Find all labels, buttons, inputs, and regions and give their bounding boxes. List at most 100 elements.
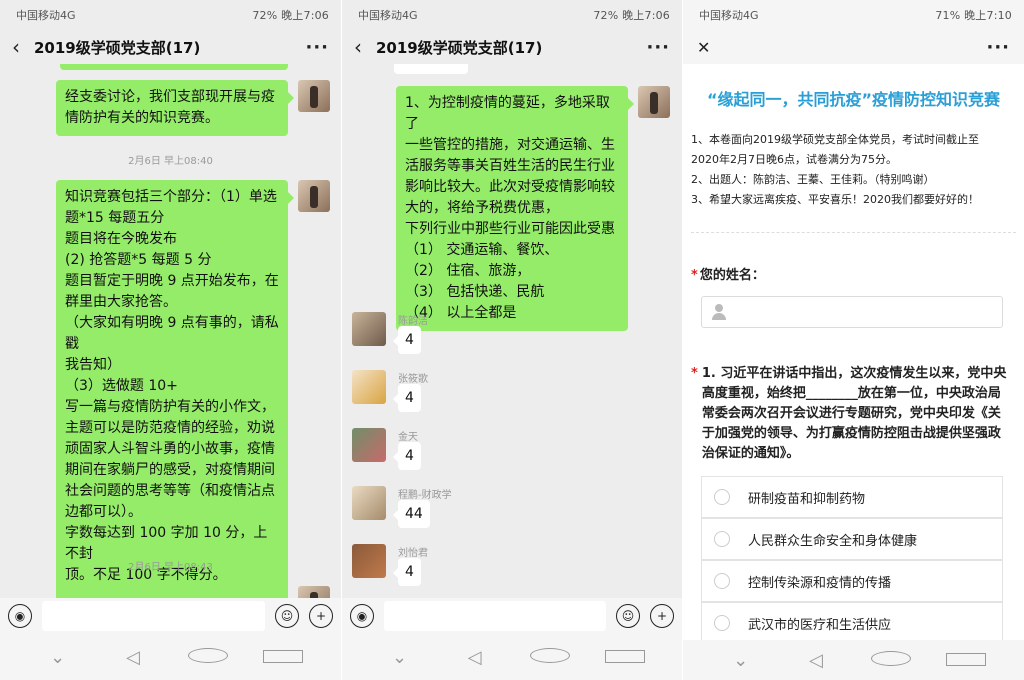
- name-question-label: * 您的姓名：: [691, 266, 1016, 286]
- message-bubble-other[interactable]: 4: [393, 326, 421, 354]
- more-menu-button[interactable]: ···: [646, 37, 670, 58]
- instruction-line: 3、希望大家远离疾疫、平安喜乐！2020我们都要好好的！: [691, 193, 979, 206]
- message-line: (2) 抢答题*5 每题 5 分: [65, 252, 212, 268]
- nav-down-icon[interactable]: ⌄: [721, 650, 761, 671]
- message-input[interactable]: [384, 601, 606, 631]
- avatar[interactable]: [298, 80, 330, 112]
- message-line: （1） 交通运输、餐饮、: [405, 242, 559, 258]
- radio-button[interactable]: [714, 489, 730, 505]
- nav-recents-icon[interactable]: [604, 647, 645, 668]
- previous-message-bubble: [60, 64, 288, 70]
- avatar[interactable]: [298, 180, 330, 212]
- sender-name: 金天: [398, 432, 418, 443]
- nav-down-icon[interactable]: ⌄: [38, 647, 78, 668]
- battery-time-text: 72% 晚上7:06: [252, 9, 329, 22]
- sender-name: 张筱歌: [398, 374, 428, 385]
- message-line: 知识竞赛包括三个部分：（1）单选: [65, 189, 277, 205]
- avatar[interactable]: [352, 486, 386, 520]
- timestamp: 2月6日 早上08:43: [128, 562, 213, 573]
- message-row-other: 张筱歌 4: [352, 370, 552, 422]
- nav-home-icon[interactable]: [529, 647, 570, 668]
- emoji-icon[interactable]: ☺: [616, 604, 640, 628]
- message-line: 写一篇与疫情防护有关的小作文，: [65, 399, 275, 415]
- back-arrow-icon[interactable]: ‹: [354, 37, 376, 57]
- previous-message-bubble: [394, 64, 468, 74]
- close-icon[interactable]: ✕: [697, 38, 986, 57]
- more-menu-button[interactable]: ···: [986, 37, 1010, 58]
- name-input[interactable]: [701, 296, 1003, 328]
- divider: [691, 232, 1016, 233]
- message-bubble-other[interactable]: 4: [393, 384, 421, 412]
- radio-button[interactable]: [714, 573, 730, 589]
- form-title: “缘起同一，共同抗疫”疫情防控知识竞赛: [706, 90, 1001, 109]
- message-bubble-self[interactable]: 知识竞赛包括三个部分：（1）单选 题*15 每题五分 题目将在今晚发布 (2) 抢答题…: [56, 180, 294, 593]
- battery-time-text: 71% 晚上7:10: [935, 9, 1012, 22]
- answer-option[interactable]: 人民群众生命安全和身体健康: [701, 518, 1003, 560]
- input-bar: ◉ ☺ +: [342, 598, 682, 634]
- nav-back-icon[interactable]: ◁: [796, 650, 836, 671]
- question-1-label: * 1. 习近平在讲话中指出，这次疫情发生以来，党中央高度重视，始终把_____…: [691, 364, 1008, 464]
- input-bar: ◉ ☺ +: [0, 598, 341, 634]
- message-bubble-other[interactable]: 44: [393, 500, 430, 528]
- avatar[interactable]: [638, 86, 670, 118]
- avatar[interactable]: [352, 428, 386, 462]
- nav-recents-icon[interactable]: [263, 647, 304, 668]
- sender-name: 程鹏-财政学: [398, 490, 452, 501]
- nav-back-icon[interactable]: ◁: [113, 647, 153, 668]
- option-label: 研制疫苗和抑制药物: [748, 491, 866, 507]
- form-instructions: 1、本卷面向2019级学硕党支部全体党员，考试时间截止至 2020年2月7日晚6点…: [691, 130, 1016, 210]
- chat-header: ‹ 2019级学硕党支部(17) ···: [0, 30, 341, 64]
- message-line: 边都可以）。: [65, 504, 142, 520]
- message-line: （大家如有明晚 9 点有事的，请私戳: [65, 315, 279, 352]
- message-line: 大的，将给予税费优惠，: [405, 200, 559, 216]
- message-bubble-self[interactable]: 经支委讨论，我们支部现开展与疫情防护有关的知识竞赛。: [56, 80, 294, 136]
- avatar[interactable]: [352, 544, 386, 578]
- plus-icon[interactable]: +: [650, 604, 674, 628]
- nav-down-icon[interactable]: ⌄: [380, 647, 420, 668]
- message-line: 我告知）: [65, 357, 121, 373]
- message-bubble-self[interactable]: 1、为控制疫情的蔓延，多地采取了 一些管控的措施，对交通运输、生 活服务等事关百姓生…: [396, 86, 634, 331]
- message-line: 影响比较大。此次对受疫情影响较: [405, 179, 615, 195]
- plus-icon[interactable]: +: [309, 604, 333, 628]
- message-line: 一些管控的措施，对交通运输、生: [405, 137, 615, 153]
- status-bar: 中国移动4G 71% 晚上7:10: [683, 0, 1024, 30]
- chat-message-list[interactable]: 经支委讨论，我们支部现开展与疫情防护有关的知识竞赛。 2月6日 早上08:40 …: [0, 64, 341, 626]
- answer-option[interactable]: 研制疫苗和抑制药物: [701, 476, 1003, 518]
- message-bubble-other[interactable]: 4: [393, 442, 421, 470]
- chat-message-list[interactable]: 1、为控制疫情的蔓延，多地采取了 一些管控的措施，对交通运输、生 活服务等事关百姓生…: [342, 64, 682, 626]
- chat-panel-2: 中国移动4G 72% 晚上7:06 ‹ 2019级学硕党支部(17) ··· 1…: [342, 0, 682, 680]
- message-line: 期间在家躺尸的感受，对疫情期间: [65, 462, 275, 478]
- message-line: 下列行业中那些行业可能因此受惠: [405, 221, 615, 237]
- voice-icon[interactable]: ◉: [350, 604, 374, 628]
- avatar[interactable]: [352, 370, 386, 404]
- answer-option[interactable]: 武汉市的医疗和生活供应: [701, 602, 1003, 644]
- avatar[interactable]: [352, 312, 386, 346]
- radio-button[interactable]: [714, 615, 730, 631]
- nav-recents-icon[interactable]: [946, 650, 987, 671]
- chat-title: 2019级学硕党支部(17): [34, 38, 201, 57]
- message-line: 顽固家人斗智斗勇的小故事，疫情: [65, 441, 275, 457]
- instruction-line: 1、本卷面向2019级学硕党支部全体党员，考试时间截止至: [691, 133, 979, 146]
- nav-home-icon[interactable]: [188, 647, 229, 668]
- option-label: 人民群众生命安全和身体健康: [748, 533, 918, 549]
- radio-button[interactable]: [714, 531, 730, 547]
- back-arrow-icon[interactable]: ‹: [12, 37, 34, 57]
- nav-home-icon[interactable]: [871, 650, 912, 671]
- emoji-icon[interactable]: ☺: [275, 604, 299, 628]
- message-line: 1、为控制疫情的蔓延，多地采取了: [405, 95, 610, 132]
- name-label-text: 您的姓名：: [699, 268, 765, 283]
- message-bubble-other[interactable]: 4: [393, 558, 421, 586]
- chat-title: 2019级学硕党支部(17): [376, 38, 543, 57]
- answer-option[interactable]: 控制传染源和疫情的传播: [701, 560, 1003, 602]
- user-icon: [712, 304, 726, 320]
- system-nav-bar: ⌄ ◁: [342, 634, 682, 680]
- nav-back-icon[interactable]: ◁: [455, 647, 495, 668]
- message-row-other: 程鹏-财政学 44: [352, 486, 552, 538]
- message-input[interactable]: [42, 601, 265, 631]
- carrier-text: 中国移动4G: [699, 9, 759, 22]
- message-line: （2） 住宿、旅游，: [405, 263, 531, 279]
- carrier-text: 中国移动4G: [358, 9, 418, 22]
- voice-icon[interactable]: ◉: [8, 604, 32, 628]
- more-menu-button[interactable]: ···: [305, 37, 329, 58]
- message-line: 群里由大家抢答。: [65, 294, 177, 310]
